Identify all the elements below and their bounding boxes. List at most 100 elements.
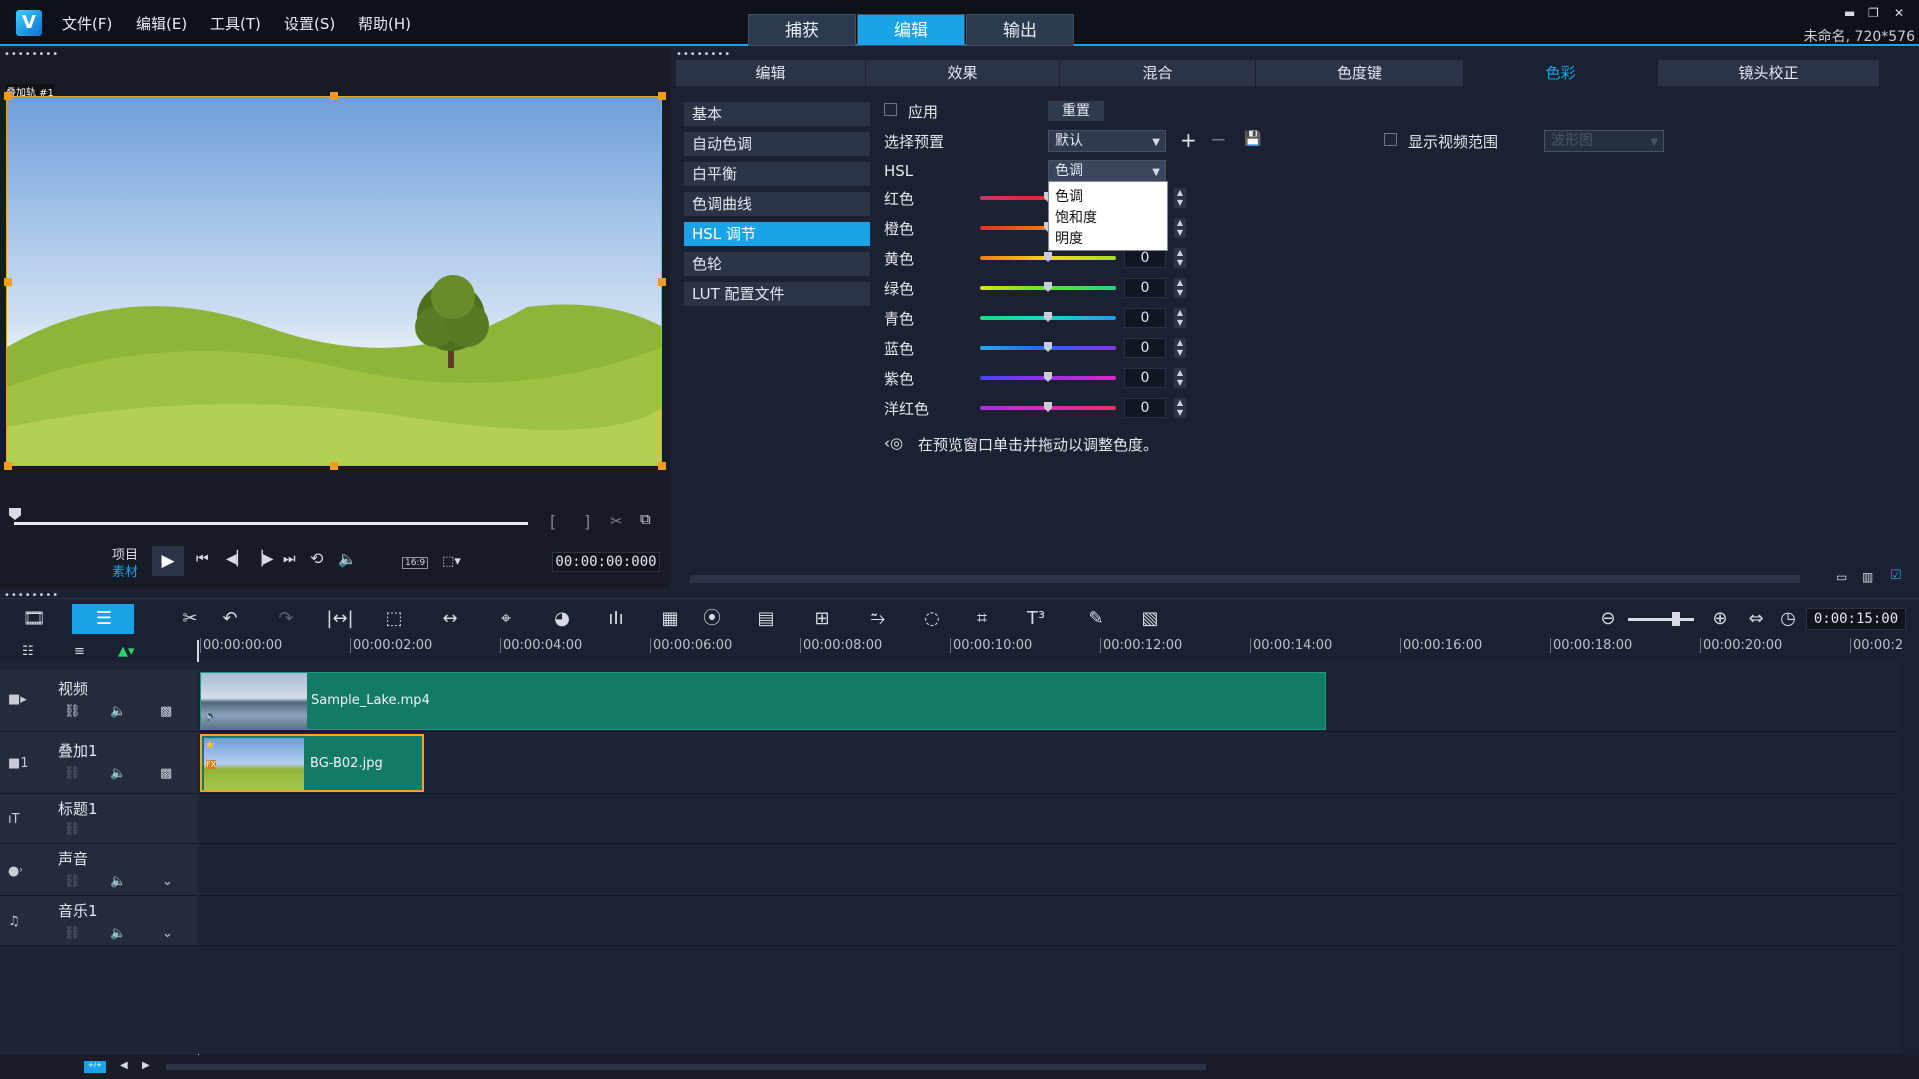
remove-preset-icon[interactable]: −	[1210, 127, 1227, 151]
resize-handle[interactable]	[658, 462, 666, 470]
volume-icon[interactable]: 🔈	[110, 766, 126, 781]
tab-edit[interactable]: 编辑	[857, 14, 965, 46]
speed-icon[interactable]: ⥲	[864, 606, 892, 632]
menu-edit[interactable]: 编辑(E)	[136, 13, 187, 34]
chevron-down-icon[interactable]: ⌄	[162, 926, 173, 941]
spinner-blue[interactable]: ▲ ▼	[1174, 338, 1186, 358]
resize-handle[interactable]	[330, 462, 338, 470]
scissors-icon[interactable]: ✂	[610, 512, 623, 530]
motion-icon[interactable]: ⌖	[492, 606, 520, 632]
zoom-in-icon[interactable]: ⊕	[1706, 606, 1734, 632]
undo-icon[interactable]: ↶	[216, 606, 244, 632]
mark-in-button[interactable]: [	[550, 512, 556, 531]
close-button[interactable]: ✕	[1894, 6, 1904, 20]
snapshot-icon[interactable]: ⬚▾	[442, 554, 461, 569]
track-manager-icon[interactable]: ☷	[22, 644, 34, 659]
nav-hsl[interactable]: HSL 调节	[684, 222, 870, 246]
resize-handle[interactable]	[4, 278, 12, 286]
subtab-color[interactable]: 色彩	[1464, 60, 1658, 86]
play-button[interactable]: ▶	[152, 546, 184, 576]
track-row-voice[interactable]	[200, 844, 1900, 896]
color-palette-icon[interactable]: ◕	[548, 606, 576, 632]
resize-clip-icon[interactable]: ⬚	[380, 606, 408, 632]
link-icon[interactable]: ⛓	[64, 766, 81, 781]
value-blue[interactable]: 0	[1124, 338, 1166, 358]
show-scope-checkbox[interactable]	[1384, 133, 1397, 146]
ripple-edit-icon[interactable]: ▲▾	[118, 644, 135, 659]
tab-capture[interactable]: 捕获	[748, 14, 856, 46]
repeat-icon[interactable]: ⟲	[310, 549, 323, 568]
resize-handle[interactable]	[658, 278, 666, 286]
menu-help[interactable]: 帮助(H)	[358, 13, 411, 34]
resize-handle[interactable]	[4, 92, 12, 100]
time-ruler[interactable]	[198, 638, 1898, 660]
timeline-vertical-scrollbar[interactable]	[1902, 662, 1912, 1054]
spinner-magenta[interactable]: ▲ ▼	[1174, 398, 1186, 418]
grid-icon[interactable]: ⊞	[808, 606, 836, 632]
volume-icon[interactable]: 🔈	[338, 550, 357, 568]
add-preset-icon[interactable]: +	[1180, 128, 1197, 152]
dropdown-option-saturation[interactable]: 饱和度	[1055, 207, 1097, 227]
tools-icon[interactable]: ✂	[176, 606, 204, 632]
subtab-blend[interactable]: 混合	[1060, 60, 1256, 86]
spinner-red[interactable]: ▲ ▼	[1174, 188, 1186, 208]
volume-icon[interactable]: 🔈	[110, 874, 126, 889]
link-icon[interactable]: ⛓	[64, 704, 81, 719]
fit-timeline-icon[interactable]: |↔|	[326, 606, 354, 632]
resize-handle[interactable]	[658, 92, 666, 100]
layout-icon-3[interactable]: ☑	[1890, 568, 1902, 583]
minimize-button[interactable]: ▬	[1844, 6, 1855, 20]
scrubber-bar[interactable]	[14, 522, 528, 525]
zoom-out-icon[interactable]: ⊖	[1594, 606, 1622, 632]
layout-icon-1[interactable]: ▭	[1836, 570, 1847, 584]
link-icon[interactable]: ⛓	[64, 874, 81, 889]
value-cyan[interactable]: 0	[1124, 308, 1166, 328]
volume-icon[interactable]: 🔈	[110, 926, 126, 941]
spinner-purple[interactable]: ▲ ▼	[1174, 368, 1186, 388]
spinner-green[interactable]: ▲ ▼	[1174, 278, 1186, 298]
dropdown-option-lightness[interactable]: 明度	[1055, 228, 1083, 248]
aspect-ratio-button[interactable]: 16:9	[402, 557, 429, 569]
eyedropper-icon[interactable]: ‹◎	[884, 434, 903, 452]
zoom-slider-thumb[interactable]	[1672, 612, 1680, 626]
dropdown-option-hue[interactable]: 色调	[1055, 186, 1083, 206]
ripple-indicator[interactable]: +/+	[84, 1061, 106, 1073]
timecode-field[interactable]: 00:00:00:000	[552, 552, 660, 572]
track-row-music[interactable]	[200, 896, 1900, 946]
resize-handle[interactable]	[4, 462, 12, 470]
replace-icon[interactable]: ▧	[1136, 606, 1164, 632]
go-to-start-button[interactable]: ⏮	[196, 551, 209, 567]
restore-button[interactable]: ❐	[1868, 6, 1879, 20]
scroll-right-icon[interactable]: ▶	[142, 1060, 150, 1071]
tracking-icon[interactable]: ⌗	[968, 606, 996, 632]
spinner-yellow[interactable]: ▲ ▼	[1174, 248, 1186, 268]
painting-icon[interactable]: ✎	[1082, 606, 1110, 632]
volume-icon[interactable]: 🔈	[110, 704, 126, 719]
panel-grip[interactable]: ••••••••	[676, 49, 731, 60]
panel-grip[interactable]: ••••••••	[4, 49, 59, 60]
preview-video[interactable]	[6, 96, 662, 466]
prev-frame-button[interactable]: ◀▏	[226, 551, 248, 567]
menu-settings[interactable]: 设置(S)	[284, 13, 335, 34]
chapter-icon[interactable]: ≡	[74, 644, 85, 659]
vertical-scrollbar[interactable]	[1906, 66, 1914, 560]
tab-output[interactable]: 输出	[966, 14, 1074, 46]
audio-wave-icon[interactable]: ıIı	[602, 606, 630, 632]
layout-icon-2[interactable]: ▥	[1862, 570, 1873, 584]
mode-clip[interactable]: 素材	[112, 561, 138, 580]
3d-title-icon[interactable]: T³	[1022, 606, 1050, 632]
go-to-end-button[interactable]: ⏭	[283, 551, 296, 567]
clock-icon[interactable]: ◷	[1774, 606, 1802, 632]
overlay-clip[interactable]: ★ FX BG-B02.jpg	[200, 734, 424, 792]
reset-button[interactable]: 重置	[1048, 101, 1104, 121]
mark-out-button[interactable]: ]	[584, 512, 590, 531]
time-remap-icon[interactable]: ◌	[918, 606, 946, 632]
spinner-orange[interactable]: ▲ ▼	[1174, 218, 1186, 238]
nav-white-balance[interactable]: 白平衡	[684, 162, 870, 186]
subtitle-icon[interactable]: ▤	[752, 606, 780, 632]
link-icon[interactable]: ⛓	[64, 822, 81, 837]
menu-file[interactable]: 文件(F)	[62, 13, 112, 34]
resize-handle[interactable]	[330, 92, 338, 100]
value-green[interactable]: 0	[1124, 278, 1166, 298]
nav-lut[interactable]: LUT 配置文件	[684, 282, 870, 306]
